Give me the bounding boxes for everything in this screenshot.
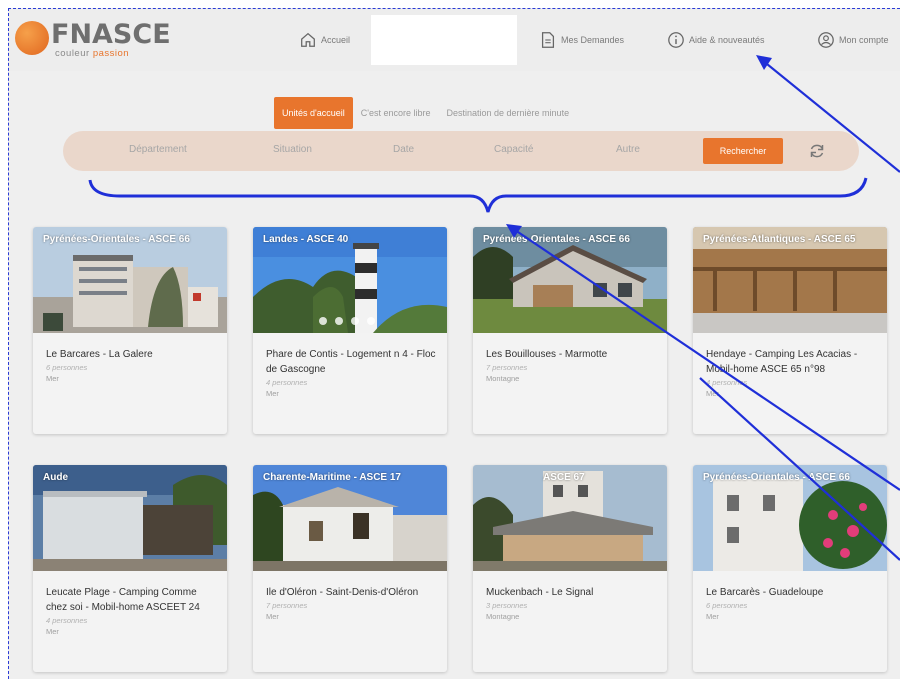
filter-bar: Département Situation Date Capacité Autr… [63, 131, 859, 171]
card-region-label: ASCE 67 [543, 472, 585, 483]
card-type: Mer [266, 389, 279, 398]
filter-capacite[interactable]: Capacité [494, 144, 533, 155]
card-capacity: 3 personnes [486, 601, 528, 610]
listing-card[interactable]: Landes - ASCE 40 Phare de Contis - Logem… [253, 227, 447, 434]
listing-photo: Charente-Maritime - ASCE 17 [253, 465, 447, 571]
listing-card[interactable]: Pyrénées-Orientales - ASCE 66 Les Bouill… [473, 227, 667, 434]
filter-situation[interactable]: Situation [273, 144, 312, 155]
card-capacity: 7 personnes [266, 601, 308, 610]
filter-departement[interactable]: Département [129, 144, 187, 155]
card-capacity: 6 personnes [706, 601, 748, 610]
search-button[interactable]: Rechercher [703, 138, 783, 164]
card-title: Les Bouillouses - Marmotte [486, 349, 608, 360]
listing-photo: Pyrénées-Orientales - ASCE 66 [33, 227, 227, 333]
brand-tagline: couleur passion [55, 48, 130, 59]
carousel-dot[interactable] [319, 317, 327, 325]
filter-date[interactable]: Date [393, 144, 414, 155]
card-title: Le Barcarès - Guadeloupe [706, 587, 824, 598]
listing-card[interactable]: Aude Leucate Plage - Camping Comme chez … [33, 465, 227, 672]
document-icon [541, 32, 555, 48]
card-type: Montagne [486, 374, 520, 383]
nav-label: Mes Demandes [561, 35, 625, 45]
nav-mes-demandes[interactable]: Mes Demandes [539, 29, 624, 51]
card-title: Hendaye - Camping Les Acacias - Mobil-ho… [706, 349, 858, 375]
nav-accueil[interactable]: Accueil [299, 29, 350, 51]
card-region-label: Pyrénées-Atlantiques - ASCE 65 [703, 234, 856, 245]
header: FNASCE couleur passion Accueil Mes Deman… [9, 9, 900, 71]
nav-label: Mon compte [839, 35, 889, 45]
card-region-label: Pyrénées-Orientales - ASCE 66 [43, 234, 190, 245]
card-region-label: Landes - ASCE 40 [263, 234, 349, 245]
listing-photo: Landes - ASCE 40 [253, 227, 447, 333]
brand-name: FNASCE [51, 19, 171, 50]
listing-photo: Pyrénées-Atlantiques - ASCE 65 [693, 227, 887, 333]
tab-bar: Unités d'accueil C'est encore libre Dest… [274, 97, 577, 129]
card-type: Mer [706, 389, 719, 398]
user-icon [818, 32, 834, 48]
card-title: Muckenbach - Le Signal [486, 587, 594, 598]
card-type: Montagne [486, 612, 520, 621]
page-frame: FNASCE couleur passion Accueil Mes Deman… [8, 8, 900, 679]
card-title: Phare de Contis - Logement n 4 - Floc de… [266, 349, 436, 375]
nav-aide[interactable]: Aide & nouveautés [667, 29, 765, 51]
card-title: Ile d'Oléron - Saint-Denis-d'Oléron [266, 587, 419, 598]
carousel-dot[interactable] [335, 317, 343, 325]
listing-card[interactable]: Pyrénées-Atlantiques - ASCE 65 Hendaye -… [693, 227, 887, 434]
listing-card[interactable]: Charente-Maritime - ASCE 17 Ile d'Oléron… [253, 465, 447, 672]
card-capacity: 4 personnes [46, 616, 88, 625]
carousel-dots [319, 317, 375, 325]
nav-mon-compte[interactable]: Mon compte [817, 29, 889, 51]
info-icon [668, 32, 684, 48]
listing-card[interactable]: Pyrénées-Orientales - ASCE 66 Le Barcarè… [693, 465, 887, 672]
home-icon [301, 32, 315, 47]
card-title: Le Barcares - La Galere [46, 349, 153, 360]
card-type: Mer [46, 627, 59, 636]
logo-sun-icon [15, 21, 49, 55]
card-capacity: 7 personnes [486, 363, 528, 372]
card-region-label: Pyrénées-Orientales - ASCE 66 [703, 472, 850, 483]
listing-photo: ASCE 67 [473, 465, 667, 571]
card-capacity: 4 personnes [706, 378, 748, 387]
nav-label: Accueil [321, 35, 351, 45]
tab-encore-libre[interactable]: C'est encore libre [353, 97, 439, 129]
tab-derniere-minute[interactable]: Destination de dernière minute [439, 97, 578, 129]
card-type: Mer [706, 612, 719, 621]
listing-photo: Pyrénées-Orientales - ASCE 66 [473, 227, 667, 333]
listing-photo: Pyrénées-Orientales - ASCE 66 [693, 465, 887, 571]
brand-logo[interactable]: FNASCE couleur passion [15, 17, 185, 63]
listing-card[interactable]: ASCE 67 Muckenbach - Le Signal 3 personn… [473, 465, 667, 672]
card-region-label: Pyrénées-Orientales - ASCE 66 [483, 234, 630, 245]
card-type: Mer [266, 612, 279, 621]
nav-label: Aide & nouveautés [689, 35, 765, 45]
card-region-label: Charente-Maritime - ASCE 17 [263, 472, 401, 483]
card-title: Leucate Plage - Camping Comme chez soi -… [46, 587, 200, 613]
card-capacity: 4 personnes [266, 378, 308, 387]
tab-unites-accueil[interactable]: Unités d'accueil [274, 97, 353, 129]
card-type: Mer [46, 374, 59, 383]
listing-photo: Aude [33, 465, 227, 571]
carousel-dot[interactable] [367, 317, 375, 325]
card-capacity: 6 personnes [46, 363, 88, 372]
filter-autre[interactable]: Autre [616, 144, 640, 155]
refresh-icon[interactable] [807, 141, 827, 161]
carousel-dot[interactable] [351, 317, 359, 325]
card-region-label: Aude [43, 472, 68, 483]
redacted-area [371, 15, 517, 65]
listing-card[interactable]: Pyrénées-Orientales - ASCE 66 Le Barcare… [33, 227, 227, 434]
